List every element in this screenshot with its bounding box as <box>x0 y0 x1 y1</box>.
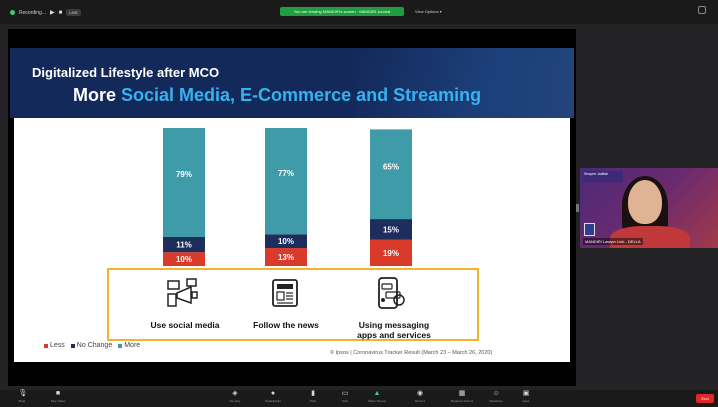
legend-less: Less <box>44 342 65 349</box>
bar-label-more-1: 79% <box>176 170 192 179</box>
newspaper-icon <box>272 279 298 307</box>
video-camera-icon: ■ <box>55 390 61 397</box>
source-note: © Ipsos | Coronavirus Tracker Result (Ma… <box>330 350 493 356</box>
category-label-messaging-line2: apps and services <box>357 330 431 340</box>
participant-name: MANDIRI Lawyer Link - DELLA <box>583 238 643 245</box>
bar-more-2 <box>265 128 307 235</box>
record-icon: ◉ <box>416 390 424 397</box>
apps-button[interactable]: ▣ Apps <box>516 390 536 406</box>
participants-label: Participants <box>265 399 281 403</box>
microphone-icon: 🎙 <box>18 390 28 397</box>
megaphone-icon <box>167 278 198 307</box>
chart-legend: Less No Change More <box>44 342 140 349</box>
security-label: Security <box>229 399 241 403</box>
bar-label-no-change-3: 15% <box>383 225 399 234</box>
participant-video[interactable]: Shopee Jadilah MANDIRI Lawyer Link - DEL… <box>580 168 718 248</box>
background-banner: Shopee Jadilah <box>583 171 623 182</box>
category-label-news: Follow the news <box>253 320 319 330</box>
breakout-rooms-button[interactable]: ▦ Breakout Rooms <box>450 390 474 406</box>
reactions-icon: ☺ <box>492 390 500 397</box>
share-screen-button[interactable]: ▲ Share Screen <box>367 390 387 406</box>
record-label: Record <box>415 399 425 403</box>
breakout-rooms-label: Breakout Rooms <box>450 399 474 403</box>
chat-button[interactable]: ▭ Chat <box>335 390 355 406</box>
apps-label: Apps <box>522 399 530 403</box>
chat-label: Chat <box>341 399 349 403</box>
security-button[interactable]: ◈ Security <box>225 390 245 406</box>
legend-more: More <box>118 342 140 349</box>
apps-icon: ▣ <box>522 390 530 397</box>
subtitle-highlight: Social Media, E-Commerce and Streaming <box>121 85 482 105</box>
zoom-window: Recording... ▶ ■ LIVE You are viewing MA… <box>0 0 718 407</box>
category-label-messaging-line1: Using messaging <box>358 320 430 330</box>
legend-more-swatch <box>118 343 123 348</box>
subtitle-prefix: More <box>73 85 122 105</box>
splitter-handle[interactable] <box>576 204 579 212</box>
polls-button[interactable]: ▮ Polls <box>303 390 323 406</box>
share-screen-label: Share Screen <box>367 399 387 403</box>
slide-title: Digitalized Lifestyle after MCO <box>32 65 220 80</box>
stop-video-button[interactable]: ■ Stop Video <box>48 390 68 406</box>
breakout-rooms-icon: ▦ <box>458 390 466 397</box>
category-label-social-media: Use social media <box>150 320 220 330</box>
category-label-messaging: Using messaging apps and services <box>334 320 454 340</box>
chat-icon: ▭ <box>341 390 349 397</box>
reactions-label: Reactions <box>489 399 503 403</box>
meeting-toolbar: 🎙 Mute ■ Stop Video ◈ Security ● Participant… <box>0 390 718 407</box>
end-meeting-button[interactable]: End <box>696 394 714 403</box>
bar-label-no-change-2: 10% <box>278 237 294 246</box>
participants-icon: ● <box>270 390 276 397</box>
person-face <box>628 180 662 224</box>
bar-label-less-1: 10% <box>176 255 192 264</box>
reactions-button[interactable]: ☺ Reactions <box>486 390 506 406</box>
category-box: Use social media Follow the news Using m… <box>107 268 479 341</box>
bar-more-1 <box>163 128 205 238</box>
participants-button[interactable]: ● Participants <box>263 390 283 406</box>
record-button[interactable]: ◉ Record <box>410 390 430 406</box>
legend-no-change: No Change <box>70 342 113 349</box>
mute-label: Mute <box>18 399 26 403</box>
polls-icon: ▮ <box>311 390 315 397</box>
shield-icon: ◈ <box>232 390 238 397</box>
legend-more-label: More <box>124 342 141 349</box>
legend-no-change-swatch <box>70 343 75 348</box>
legend-less-label: Less <box>50 342 65 349</box>
bar-label-more-2: 77% <box>278 169 294 178</box>
slide-subtitle: More Social Media, E-Commerce and Stream… <box>73 85 481 106</box>
bar-more-3 <box>370 129 412 220</box>
stop-video-label: Stop Video <box>50 399 66 403</box>
qr-logo-icon <box>584 223 595 236</box>
polls-label: Polls <box>309 399 317 403</box>
mute-button[interactable]: 🎙 Mute <box>12 390 32 406</box>
share-screen-icon: ▲ <box>373 390 381 397</box>
bar-label-more-3: 65% <box>383 163 399 172</box>
bar-label-no-change-1: 11% <box>176 241 192 250</box>
bar-label-less-2: 13% <box>278 253 294 262</box>
messaging-icon <box>378 277 405 309</box>
bar-label-less-3: 19% <box>383 249 399 258</box>
legend-no-change-label: No Change <box>76 342 113 349</box>
legend-less-swatch <box>44 343 48 348</box>
